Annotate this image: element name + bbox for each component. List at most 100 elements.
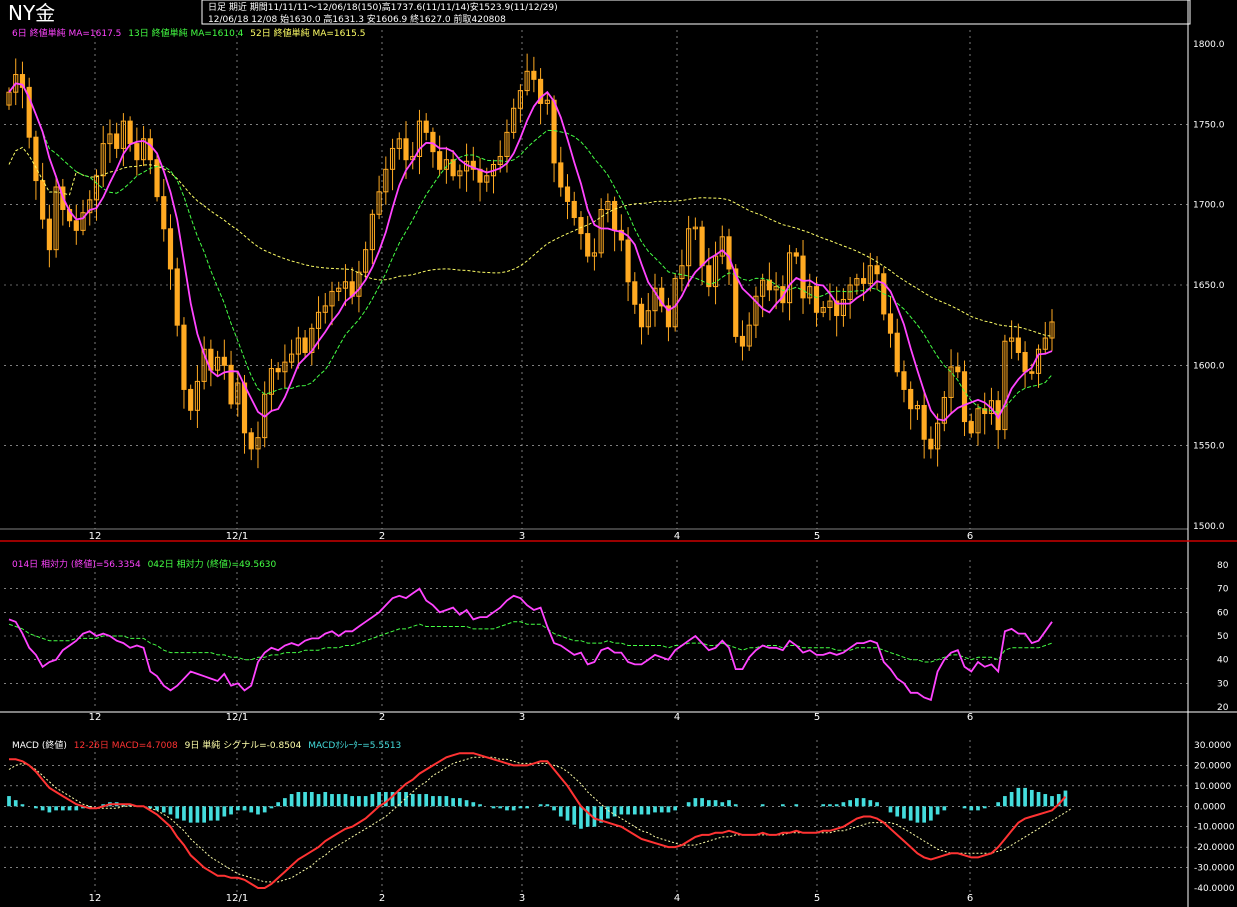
panel-frames xyxy=(0,0,1237,907)
price-tick-label: 1600.0 xyxy=(1193,361,1225,371)
rsi-tick-label: 70 xyxy=(1217,585,1229,595)
price-tick-label: 1750.0 xyxy=(1193,120,1225,130)
axis-ticks: 1800.0 1750.0 1700.0 1650.0 1600.0 1550.0 1500… xyxy=(89,40,1235,904)
macd-tick-label: -40.0000 xyxy=(1194,884,1235,894)
candle-body-down xyxy=(188,388,194,411)
x-tick-label: 2 xyxy=(379,893,385,904)
x-tick-label: 4 xyxy=(674,712,680,723)
x-tick-label: 4 xyxy=(674,531,680,542)
candle-body-down xyxy=(564,186,571,202)
candle-body-down xyxy=(127,120,133,145)
candle-body-down xyxy=(403,138,409,161)
macd-tick-label: 20.0000 xyxy=(1194,761,1231,771)
x-tick-label: 5 xyxy=(814,531,820,542)
price-tick-label: 1650.0 xyxy=(1193,281,1225,291)
candle-body-down xyxy=(437,151,443,170)
candle-body-down xyxy=(625,239,631,283)
x-tick-label: 4 xyxy=(674,893,680,904)
x-tick-label: 12/1 xyxy=(226,893,248,904)
candle-body-down xyxy=(901,371,907,390)
candle-body-down xyxy=(40,180,46,220)
header-box xyxy=(201,0,1191,25)
candle-body-down xyxy=(585,233,591,257)
rsi14-line xyxy=(8,587,1053,702)
x-tick-label: 5 xyxy=(814,712,820,723)
candle-body-down xyxy=(726,236,732,270)
chart-marks xyxy=(6,53,1073,889)
candle-body-down xyxy=(578,217,584,235)
candle-body-down xyxy=(961,371,968,423)
x-tick-label: 3 xyxy=(519,531,525,542)
price-tick-label: 1700.0 xyxy=(1193,201,1225,211)
candle-body-down xyxy=(154,159,160,198)
x-tick-label: 2 xyxy=(379,531,385,542)
candle-body-down xyxy=(766,279,772,291)
x-tick-label: 6 xyxy=(967,531,973,542)
candle-body-down xyxy=(894,332,900,373)
x-tick-label: 12/1 xyxy=(226,531,248,542)
candle-body-down xyxy=(921,405,927,440)
candle-body-down xyxy=(874,265,880,275)
x-tick-label: 12 xyxy=(89,712,102,723)
candle-body-down xyxy=(33,136,39,182)
candle-body-down xyxy=(928,438,934,450)
candle-body-down xyxy=(632,281,638,305)
macd-tick-label: 10.0000 xyxy=(1194,782,1231,792)
candle-body-down xyxy=(813,286,820,313)
candle-body-down xyxy=(114,133,120,149)
candle-body-down xyxy=(147,138,153,161)
macd-tick-label: -20.0000 xyxy=(1194,843,1235,853)
x-tick-label: 6 xyxy=(967,893,973,904)
macd-tick-label: 0.0000 xyxy=(1194,802,1226,812)
candle-body-down xyxy=(612,200,618,231)
rsi-tick-label: 30 xyxy=(1217,679,1229,689)
candle-body-down xyxy=(241,382,248,434)
x-tick-label: 3 xyxy=(519,893,525,904)
candle-body-down xyxy=(1029,371,1035,374)
signal-line xyxy=(8,756,1073,883)
candle-body-down xyxy=(275,368,281,373)
x-tick-label: 12/1 xyxy=(226,712,248,723)
candle-body-down xyxy=(908,388,914,410)
x-tick-label: 6 xyxy=(967,712,973,723)
candle-body-down xyxy=(558,162,564,188)
rsi42-line xyxy=(8,621,1053,663)
candle-body-down xyxy=(302,337,308,353)
x-tick-label: 12 xyxy=(89,531,102,542)
rsi-tick-label: 80 xyxy=(1217,561,1229,571)
price-tick-label: 1550.0 xyxy=(1193,442,1225,452)
candle-body-down xyxy=(73,220,79,231)
candle-body-down xyxy=(638,303,645,328)
gridlines xyxy=(4,30,1188,893)
x-tick-label: 5 xyxy=(814,893,820,904)
candle-body-down xyxy=(1015,337,1021,353)
x-tick-label: 12 xyxy=(89,893,102,904)
chart-canvas: 1800.0 1750.0 1700.0 1650.0 1600.0 1550.0 1500… xyxy=(0,0,1237,907)
candle-body-down xyxy=(571,200,577,219)
candle-body-down xyxy=(161,196,167,230)
candle-body-down xyxy=(968,421,974,434)
candle-body-down xyxy=(739,335,746,347)
candle-body-down xyxy=(955,366,961,373)
candle-body-down xyxy=(430,131,436,153)
rsi-tick-label: 40 xyxy=(1217,656,1229,666)
rsi-tick-label: 60 xyxy=(1217,608,1229,618)
rsi-tick-label: 50 xyxy=(1217,632,1229,642)
candle-body-down xyxy=(551,99,557,164)
macd-tick-label: 30.0000 xyxy=(1194,741,1231,751)
candle-body-down xyxy=(248,432,254,450)
candle-body-down xyxy=(174,268,180,326)
candle-body-down xyxy=(887,313,894,334)
price-tick-label: 1500.0 xyxy=(1193,522,1225,532)
candle-body-down xyxy=(861,278,867,284)
x-tick-label: 2 xyxy=(379,712,385,723)
macd-tick-label: -30.0000 xyxy=(1194,864,1235,874)
candle-body-down xyxy=(221,356,227,366)
candle-body-down xyxy=(423,120,429,133)
candle-body-down xyxy=(793,252,799,257)
x-tick-label: 3 xyxy=(519,712,525,723)
candle-body-down xyxy=(699,226,705,267)
macd-tick-label: -10.0000 xyxy=(1194,823,1235,833)
candle-body-down xyxy=(46,218,52,251)
candle-body-down xyxy=(167,228,174,270)
